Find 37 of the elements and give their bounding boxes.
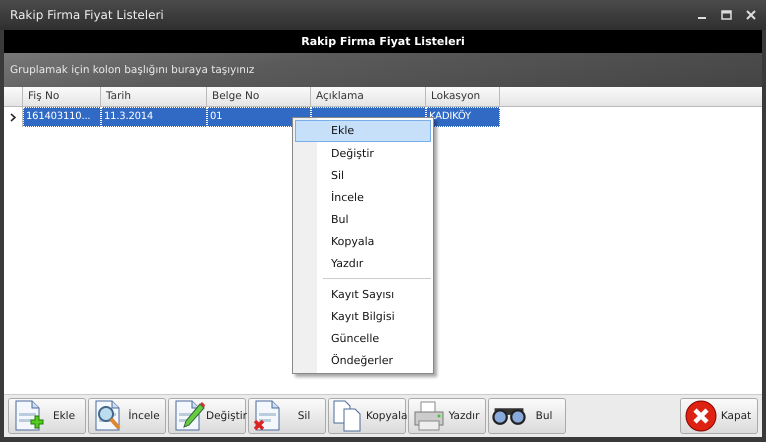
menu-item[interactable]: Kayıt Bilgisi <box>295 305 431 327</box>
toolbar-button[interactable]: İncele <box>88 398 166 434</box>
menu-item[interactable]: Ekle <box>295 120 431 142</box>
toolbar-button[interactable]: Kopyala <box>328 398 406 434</box>
maximize-icon[interactable] <box>721 10 732 20</box>
menu-item[interactable]: Kayıt Sayısı <box>295 283 431 305</box>
close-icon[interactable] <box>746 10 756 20</box>
window-title: Rakip Firma Fiyat Listeleri <box>10 8 164 22</box>
table-cell: 11.3.2014 <box>101 107 207 127</box>
table-cell: 01 <box>207 107 311 127</box>
menu-item[interactable]: Yazdır <box>295 252 431 274</box>
column-header[interactable]: Fiş No <box>23 87 101 107</box>
toolbar-button[interactable]: Değiştir <box>168 398 246 434</box>
table-cell: KADIKÖY <box>426 107 500 127</box>
menu-item[interactable]: Bul <box>295 208 431 230</box>
menu-item[interactable]: Kopyala <box>295 230 431 252</box>
close-icon <box>684 399 718 433</box>
row-pointer-icon <box>10 112 16 122</box>
menu-item[interactable]: Güncelle <box>295 327 431 349</box>
toolbar-button[interactable]: Bul <box>488 398 566 434</box>
toolbar-button[interactable]: Ekle <box>8 398 86 434</box>
menu-item[interactable]: Öndeğerler <box>295 349 431 371</box>
toolbar-button[interactable]: Sil <box>248 398 326 434</box>
group-hint: Gruplamak için kolon başlığını buraya taşıyınız <box>10 64 254 76</box>
close-button[interactable]: Kapat <box>680 398 758 434</box>
table-cell: 161403110... <box>23 107 101 127</box>
binoculars-icon <box>492 406 526 426</box>
column-header[interactable]: Lokasyon <box>426 87 500 107</box>
column-header[interactable]: Tarih <box>101 87 207 107</box>
column-header[interactable]: Açıklama <box>311 87 426 107</box>
menu-item[interactable]: Değiştir <box>295 142 431 164</box>
column-header[interactable]: Belge No <box>207 87 311 107</box>
header-title: Rakip Firma Fiyat Listeleri <box>301 35 465 48</box>
menu-item[interactable]: İncele <box>295 186 431 208</box>
toolbar-button[interactable]: Yazdır <box>408 398 486 434</box>
menu-item[interactable]: Sil <box>295 164 431 186</box>
printer-icon <box>412 399 446 433</box>
